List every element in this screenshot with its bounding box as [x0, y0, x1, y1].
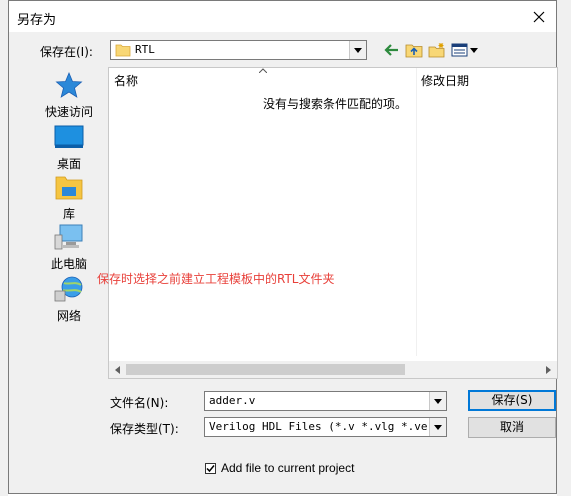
- filetype-dropdown-arrow[interactable]: [429, 418, 446, 436]
- chevron-down-icon: [434, 424, 442, 430]
- place-label: 网络: [56, 309, 81, 323]
- places-bar: 快速访问 桌面 库 此电脑 网络: [29, 67, 109, 367]
- column-guide: [416, 68, 417, 356]
- up-folder-icon: [405, 44, 423, 58]
- close-icon: [533, 11, 545, 22]
- filetype-value: Verilog HDL Files (*.v *.vlg *.verilo: [209, 420, 428, 433]
- place-label: 桌面: [56, 157, 81, 171]
- filename-input[interactable]: adder.v: [204, 391, 447, 411]
- save-button[interactable]: 保存(S): [468, 390, 556, 411]
- folder-icon: [115, 44, 131, 57]
- horizontal-scrollbar[interactable]: [109, 361, 557, 378]
- place-quick-access[interactable]: 快速访问: [29, 69, 109, 120]
- view-menu-button[interactable]: [450, 40, 480, 60]
- network-icon: [54, 276, 83, 302]
- filename-label: 文件名(N):: [110, 396, 169, 410]
- place-label: 库: [62, 207, 75, 221]
- computer-icon: [54, 224, 83, 250]
- filename-value: adder.v: [209, 394, 256, 407]
- save-in-combo[interactable]: RTL: [110, 40, 367, 60]
- back-button[interactable]: [382, 40, 402, 60]
- place-this-pc[interactable]: 此电脑: [29, 221, 109, 272]
- chevron-right-icon: [546, 365, 551, 374]
- back-arrow-icon: [384, 44, 398, 56]
- desktop-icon: [54, 125, 84, 148]
- scroll-left-button[interactable]: [109, 361, 126, 378]
- filetype-select[interactable]: Verilog HDL Files (*.v *.vlg *.verilo: [204, 417, 447, 437]
- save-in-value: RTL: [135, 43, 155, 56]
- column-header-name[interactable]: 名称: [114, 72, 138, 89]
- scroll-right-button[interactable]: [540, 361, 557, 378]
- title-bar: 另存为: [9, 1, 556, 32]
- star-icon: [55, 71, 83, 98]
- column-header-modified-date[interactable]: 修改日期: [421, 72, 469, 89]
- save-in-dropdown-arrow[interactable]: [349, 41, 366, 59]
- checkmark-icon: [206, 465, 215, 473]
- save-as-dialog: 另存为 保存在(I): RTL 快速访问 桌面 库 此电脑 网络 名称 修改日期…: [8, 0, 558, 494]
- filetype-label: 保存类型(T):: [110, 422, 179, 436]
- chevron-down-icon: [354, 47, 362, 53]
- background-window-right: [557, 0, 571, 496]
- background-window-left: [0, 0, 8, 496]
- place-library[interactable]: 库: [29, 171, 109, 222]
- place-label: 快速访问: [44, 105, 93, 119]
- chevron-down-icon: [434, 398, 442, 404]
- cancel-button[interactable]: 取消: [468, 417, 556, 438]
- close-button[interactable]: [522, 1, 556, 32]
- save-in-label: 保存在(I):: [40, 45, 93, 59]
- sort-ascending-icon: [259, 68, 267, 73]
- window-title: 另存为: [17, 13, 57, 28]
- chevron-left-icon: [115, 365, 120, 374]
- new-folder-button[interactable]: [427, 40, 447, 60]
- new-folder-icon: [428, 43, 445, 58]
- library-folder-icon: [55, 176, 83, 200]
- scrollbar-thumb[interactable]: [126, 364, 405, 375]
- add-to-project-checkbox[interactable]: [205, 463, 216, 474]
- file-list[interactable]: 名称 修改日期 没有与搜索条件匹配的项。: [108, 67, 558, 379]
- place-desktop[interactable]: 桌面: [29, 121, 109, 172]
- empty-message: 没有与搜索条件匹配的项。: [263, 97, 408, 111]
- annotation-note: 保存时选择之前建立工程模板中的RTL文件夹: [97, 272, 335, 286]
- filename-dropdown-arrow[interactable]: [429, 392, 446, 410]
- view-details-icon: [451, 43, 478, 57]
- up-folder-button[interactable]: [404, 40, 424, 60]
- add-to-project-label[interactable]: Add file to current project: [221, 461, 354, 475]
